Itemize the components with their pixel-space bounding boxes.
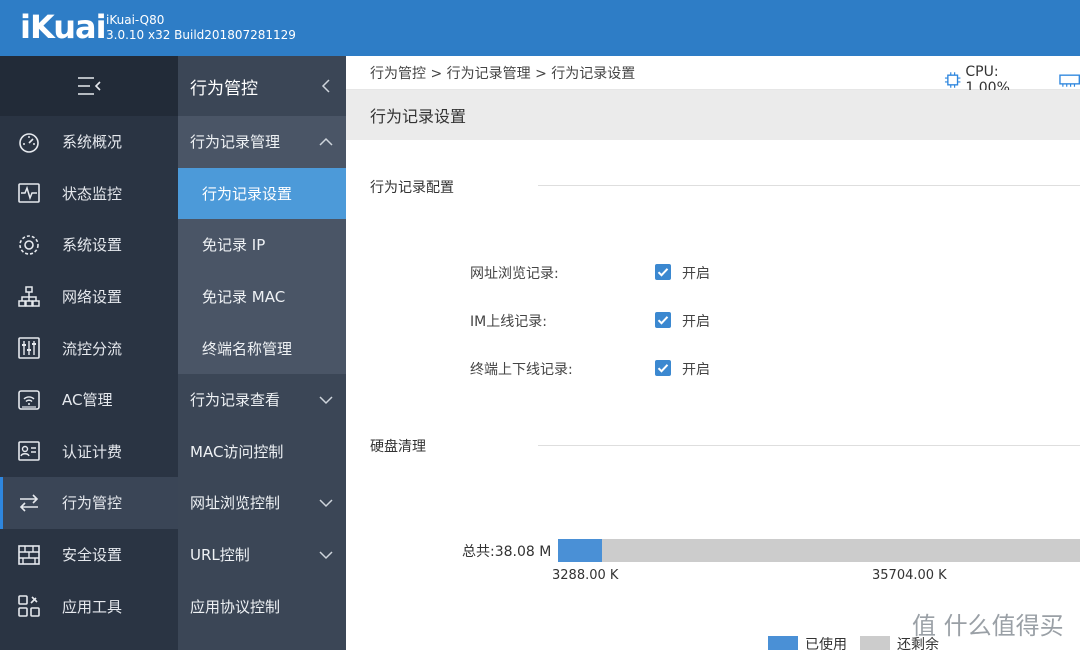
subnav-item-label: 免记录 IP <box>202 236 266 255</box>
primary-sidebar: 系统概况 状态监控 系统设置 网络设置 流控分流 AC管理 认证计费 行为管控 … <box>0 56 178 650</box>
nav-item-network-settings[interactable]: 网络设置 <box>0 271 178 323</box>
nav-item-label: 安全设置 <box>62 546 123 565</box>
menu-collapse-button[interactable] <box>0 56 178 116</box>
firewall-icon <box>16 542 42 568</box>
nav-item-security[interactable]: 安全设置 <box>0 529 178 581</box>
subnav-group-label: URL控制 <box>190 546 250 565</box>
check-icon <box>657 364 669 373</box>
chevron-down-icon <box>319 396 333 404</box>
chevron-down-icon <box>319 499 333 508</box>
subnav-item-record-settings[interactable]: 行为记录设置 <box>178 167 346 220</box>
checkbox-label-terminal-online[interactable]: 开启 <box>682 359 710 379</box>
check-icon <box>657 268 669 277</box>
checkbox-label-im-online[interactable]: 开启 <box>682 311 710 331</box>
subnav-header: 行为管控 <box>178 56 346 116</box>
subnav-title: 行为管控 <box>190 78 258 99</box>
legend-label-used: 已使用 <box>805 637 847 650</box>
nav-item-label: 应用工具 <box>62 597 123 616</box>
disk-used-bar <box>558 539 602 562</box>
checkbox-im-online[interactable] <box>655 312 671 328</box>
subnav-group-mac-access[interactable]: MAC访问控制 <box>178 426 346 478</box>
pulse-monitor-icon <box>16 180 42 206</box>
subnav-item-label: 免记录 MAC <box>202 288 286 307</box>
disk-remaining-bar <box>602 539 1080 562</box>
subnav-group-label: MAC访问控制 <box>190 442 284 461</box>
subnav-group-record-view[interactable]: 行为记录查看 <box>178 374 346 426</box>
subnav-group-label: 行为记录查看 <box>190 391 281 410</box>
checkbox-label-web-browsing[interactable]: 开启 <box>682 263 710 283</box>
nav-item-auth-billing[interactable]: 认证计费 <box>0 426 178 478</box>
dashboard-gauge-icon <box>16 129 42 155</box>
ikuai-logo: iKuai <box>20 8 107 46</box>
nav-item-label: 系统概况 <box>62 133 123 152</box>
nav-item-traffic-control[interactable]: 流控分流 <box>0 322 178 374</box>
page-title-text: 行为记录设置 <box>370 107 467 126</box>
chevron-down-icon <box>319 551 333 559</box>
id-card-icon <box>16 438 42 464</box>
nav-item-ac-management[interactable]: AC管理 <box>0 374 178 426</box>
subnav-group-label: 网址浏览控制 <box>190 494 281 513</box>
gear-icon <box>16 232 42 258</box>
page-title: 行为记录设置 <box>346 90 1080 140</box>
row-label-im-online: IM上线记录: <box>470 314 547 330</box>
cpu-chip-icon <box>944 72 961 88</box>
subnav-item-exempt-mac[interactable]: 免记录 MAC <box>178 270 346 323</box>
disk-used-value: 3288.00 K <box>552 568 619 583</box>
main-content: 行为管控 > 行为记录管理 > 行为记录设置 CPU: 1.00% 行为记录设置… <box>346 56 1080 650</box>
section-divider <box>538 185 1080 186</box>
breadcrumb-bar: 行为管控 > 行为记录管理 > 行为记录设置 CPU: 1.00% <box>346 56 1080 96</box>
check-icon <box>657 316 669 325</box>
watermark: 值 什么值得买 <box>912 606 1064 641</box>
legend-swatch-used <box>768 636 798 650</box>
section-divider <box>538 445 1080 446</box>
nav-item-monitor[interactable]: 状态监控 <box>0 168 178 220</box>
nav-item-label: AC管理 <box>62 391 113 410</box>
row-label-web-browsing: 网址浏览记录: <box>470 266 559 282</box>
subnav-group-url-control[interactable]: URL控制 <box>178 529 346 581</box>
memory-icon <box>1059 74 1080 87</box>
disk-total: 总共:38.08 M <box>462 544 552 560</box>
nav-item-label: 行为管控 <box>62 494 123 513</box>
checkbox-web-browsing[interactable] <box>655 264 671 280</box>
nav-item-overview[interactable]: 系统概况 <box>0 116 178 168</box>
nav-item-system-settings[interactable]: 系统设置 <box>0 219 178 271</box>
nav-item-app-tools[interactable]: 应用工具 <box>0 580 178 632</box>
top-header: iKuai iKuai-Q80 3.0.10 x32 Build20180728… <box>0 0 1080 56</box>
transfer-arrows-icon <box>16 490 42 516</box>
row-label-terminal-online: 终端上下线记录: <box>470 362 573 378</box>
nav-item-label: 流控分流 <box>62 339 123 358</box>
section-title-disk-cleanup: 硬盘清理 <box>370 439 426 455</box>
chevron-up-icon <box>319 137 333 146</box>
subnav-item-terminal-names[interactable]: 终端名称管理 <box>178 322 346 374</box>
subnav-item-label: 终端名称管理 <box>202 339 293 358</box>
apps-tools-icon <box>16 593 42 619</box>
nav-item-label: 状态监控 <box>62 184 123 203</box>
subnav-group-record-management[interactable]: 行为记录管理 <box>178 116 346 168</box>
subnav-group-label: 应用协议控制 <box>190 597 281 616</box>
nav-item-label: 网络设置 <box>62 288 123 307</box>
nav-item-behavior-control[interactable]: 行为管控 <box>0 477 178 529</box>
subnav-item-label: 行为记录设置 <box>202 184 293 203</box>
nav-item-label: 系统设置 <box>62 236 123 255</box>
nav-item-label: 认证计费 <box>62 442 123 461</box>
network-topology-icon <box>16 284 42 310</box>
menu-collapse-icon <box>78 77 101 95</box>
breadcrumb: 行为管控 > 行为记录管理 > 行为记录设置 <box>370 65 636 82</box>
checkbox-terminal-online[interactable] <box>655 360 671 376</box>
firmware-build: 3.0.10 x32 Build201807281129 <box>106 28 296 42</box>
subnav-group-app-protocol[interactable]: 应用协议控制 <box>178 580 346 632</box>
collapse-left-icon[interactable] <box>320 78 332 94</box>
sliders-icon <box>16 335 42 361</box>
device-name: iKuai-Q80 <box>106 13 165 27</box>
section-title-record-config: 行为记录配置 <box>370 180 454 196</box>
watermark-text: 值 什么值得买 <box>912 612 1064 640</box>
device-info: iKuai-Q80 3.0.10 x32 Build201807281129 <box>106 13 296 43</box>
subnav-group-web-browsing[interactable]: 网址浏览控制 <box>178 477 346 529</box>
secondary-sidebar: 行为管控 行为记录管理 行为记录设置 免记录 IP 免记录 MAC 终端名称管理… <box>178 56 346 650</box>
disk-remaining-value: 35704.00 K <box>872 568 947 583</box>
subnav-item-exempt-ip[interactable]: 免记录 IP <box>178 219 346 271</box>
legend-swatch-remaining <box>860 636 890 650</box>
wifi-ap-icon <box>16 387 42 413</box>
subnav-group-label: 行为记录管理 <box>190 133 281 152</box>
